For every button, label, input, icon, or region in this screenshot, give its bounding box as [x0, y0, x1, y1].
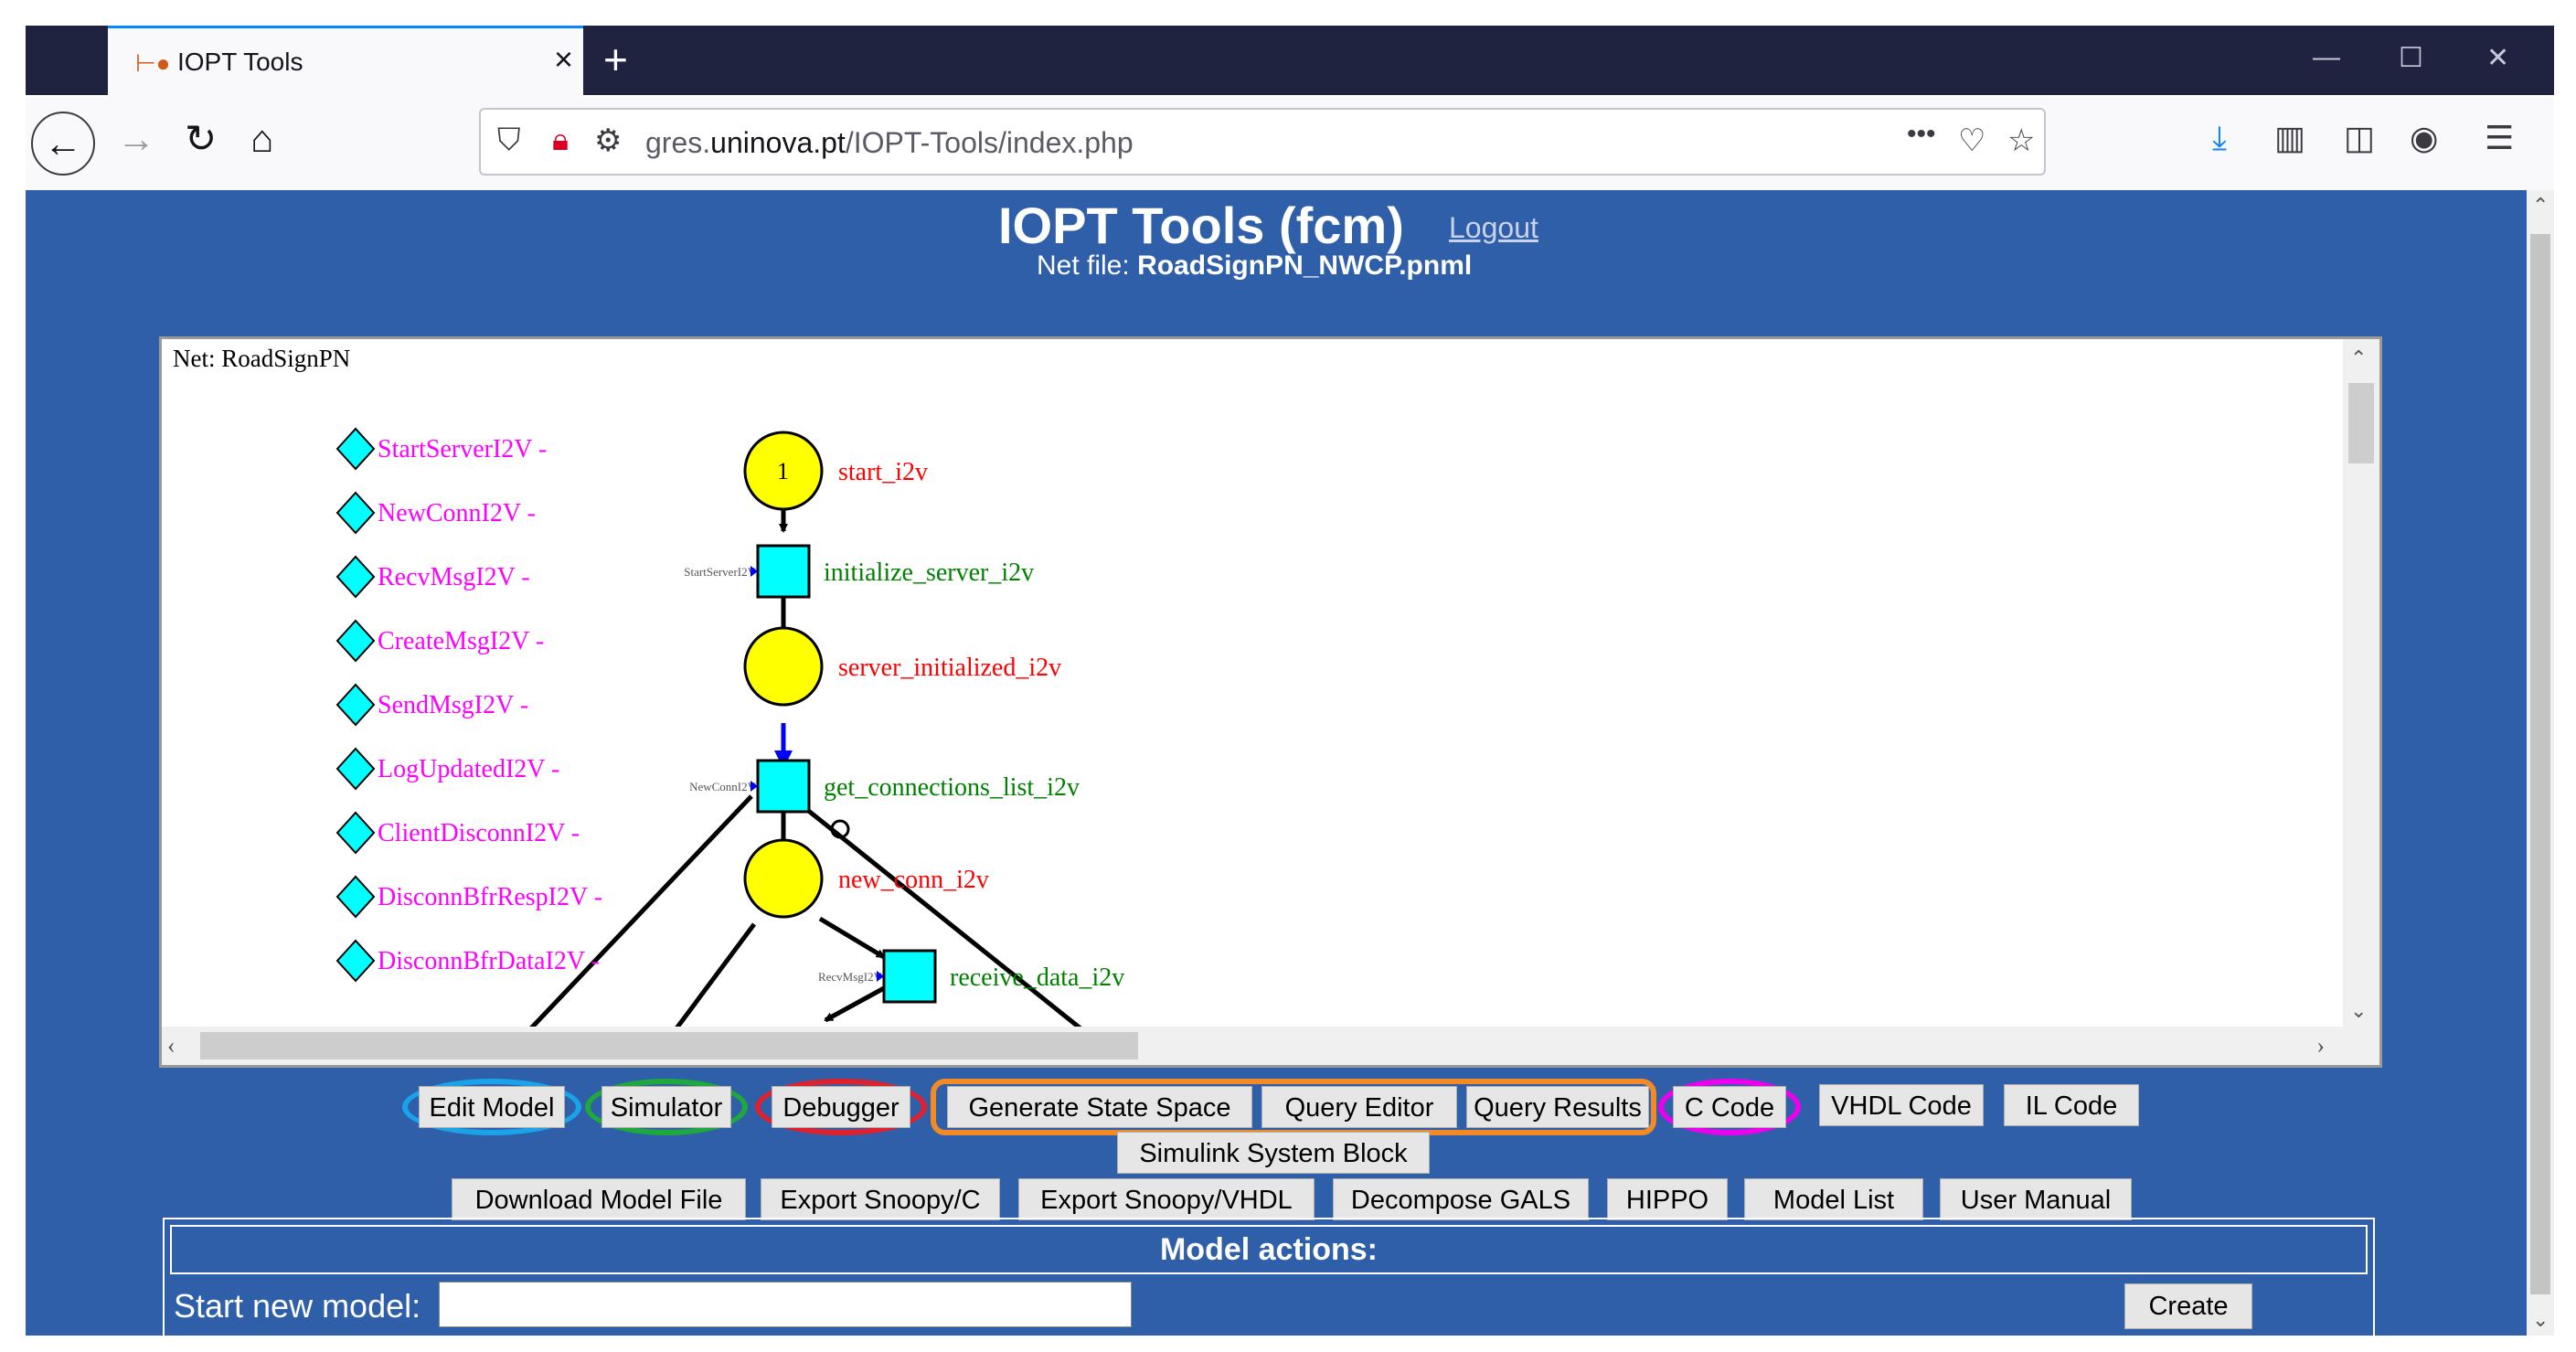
page-content: IOPT Tools (fcm) Logout Net file: RoadSi… [26, 190, 2527, 1336]
page-title: IOPT Tools (fcm) [998, 197, 1404, 254]
input-signal-diamond [335, 875, 376, 919]
page-actions-icon[interactable]: ••• [1907, 119, 1936, 150]
generate-state-space-button[interactable]: Generate State Space [947, 1086, 1252, 1128]
library-icon[interactable]: ▥ [2274, 119, 2305, 157]
url-text[interactable]: gres.uninova.pt/IOPT-Tools/index.php [645, 126, 1134, 160]
scroll-up-icon[interactable]: ⌃ [2350, 346, 2367, 370]
browser-tab[interactable]: ⊢● IOPT Tools × [108, 26, 583, 97]
insecure-lock-icon[interactable]: 🔒︎ [552, 122, 569, 158]
input-signal-label: ClientDisconnI2V - [378, 819, 580, 847]
horizontal-scroll-thumb[interactable] [200, 1032, 1138, 1059]
simulator-button[interactable]: Simulator [601, 1086, 731, 1128]
input-signal-label: CreateMsgI2V - [378, 627, 544, 655]
c-code-button[interactable]: C Code [1673, 1086, 1786, 1128]
input-signal-diamond [335, 427, 376, 471]
vertical-scroll-thumb[interactable] [2348, 383, 2374, 463]
reload-button[interactable]: ↻ [185, 113, 217, 165]
pocket-icon[interactable]: ♡ [1958, 122, 1985, 159]
page-scroll-up-icon[interactable]: ⌃ [2532, 194, 2549, 218]
tab-close-icon[interactable]: × [554, 40, 573, 79]
input-signal-label: LogUpdatedI2V - [378, 755, 559, 783]
sidebar-icon[interactable]: ◫ [2344, 119, 2375, 157]
input-signal-label: NewConnI2V - [378, 499, 536, 527]
forward-button[interactable]: → [117, 113, 155, 165]
model-actions-title: Model actions: [170, 1225, 2368, 1274]
vertical-scrollbar[interactable]: ⌃ ⌄ [2343, 339, 2379, 1030]
simulink-system-block-button[interactable]: Simulink System Block [1117, 1132, 1430, 1174]
input-signal-diamond [335, 811, 376, 855]
scroll-right-icon[interactable]: › [2316, 1032, 2325, 1059]
new-model-name-input[interactable] [439, 1282, 1132, 1327]
input-signal-label: DisconnBfrDataI2V - [378, 947, 600, 975]
tab-title: IOPT Tools [177, 48, 303, 76]
iopt-favicon-icon: ⊢● [135, 49, 171, 77]
close-window-button[interactable]: ✕ [2486, 42, 2509, 74]
vhdl-code-button[interactable]: VHDL Code [1819, 1084, 1984, 1126]
download-icon[interactable]: ⤓ [2212, 119, 2227, 158]
user-manual-button[interactable]: User Manual [1940, 1178, 2132, 1220]
page-scroll-thumb[interactable] [2530, 234, 2550, 1294]
scroll-left-icon[interactable]: ‹ [167, 1032, 176, 1059]
page-scroll-down-icon[interactable]: ⌄ [2532, 1308, 2549, 1332]
scroll-down-icon[interactable]: ⌄ [2350, 999, 2367, 1023]
input-signal-diamond [335, 939, 376, 983]
export-snoopy-vhdl-button[interactable]: Export Snoopy/VHDL [1018, 1178, 1315, 1220]
il-code-button[interactable]: IL Code [2004, 1084, 2139, 1126]
bookmark-star-icon[interactable]: ☆ [2007, 122, 2035, 159]
query-results-button[interactable]: Query Results [1466, 1086, 1649, 1128]
horizontal-scrollbar[interactable]: ‹ › [162, 1027, 2379, 1065]
hippo-button[interactable]: HIPPO [1607, 1178, 1728, 1220]
input-signal-diamond [335, 619, 376, 663]
edit-model-button[interactable]: Edit Model [419, 1086, 565, 1128]
input-signals-layer: StartServerI2V - NewConnI2V - RecvMsgI2V -… [335, 427, 602, 983]
input-signal-diamond [335, 555, 376, 599]
input-signal-label: DisconnBfrRespI2V - [378, 883, 602, 911]
query-editor-button[interactable]: Query Editor [1261, 1086, 1457, 1128]
create-button[interactable]: Create [2124, 1283, 2252, 1329]
input-signal-label: SendMsgI2V - [378, 691, 528, 719]
home-icon[interactable]: ⌂ [250, 113, 273, 165]
permissions-icon[interactable]: ⚙ [594, 122, 622, 159]
address-bar[interactable]: ⛉ 🔒︎ ⚙ gres.uninova.pt/IOPT-Tools/index.… [479, 108, 2046, 176]
input-signal-diamond [335, 747, 376, 791]
decompose-gals-button[interactable]: Decompose GALS [1333, 1178, 1589, 1220]
input-signal-diamond [335, 683, 376, 727]
shield-icon[interactable]: ⛉ [497, 122, 521, 158]
start-new-model-label: Start new model: [174, 1287, 421, 1325]
browser-window: ⊢● IOPT Tools × + — ☐ ✕ ← → ↻ ⌂ ⛉ 🔒︎ ⚙ g… [26, 26, 2554, 1336]
download-model-file-button[interactable]: Download Model File [452, 1178, 746, 1220]
model-list-button[interactable]: Model List [1744, 1178, 1923, 1220]
export-snoopy-c-button[interactable]: Export Snoopy/C [761, 1178, 1000, 1220]
navigation-bar: ← → ↻ ⌂ ⛉ 🔒︎ ⚙ gres.uninova.pt/IOPT-Tool… [26, 97, 2554, 191]
new-tab-button[interactable]: + [603, 35, 628, 84]
model-actions-panel: Model actions: Start new model: Create [163, 1218, 2375, 1336]
account-icon[interactable]: ◉ [2410, 119, 2438, 157]
tab-bar: ⊢● IOPT Tools × + — ☐ ✕ [26, 26, 2554, 97]
back-button[interactable]: ← [31, 112, 95, 176]
minimize-button[interactable]: — [2313, 42, 2340, 73]
input-signal-diamond [335, 491, 376, 535]
logout-link[interactable]: Logout [1449, 211, 1538, 245]
page-vertical-scrollbar[interactable]: ⌃ ⌄ [2527, 190, 2554, 1336]
menu-icon[interactable]: ☰ [2485, 119, 2514, 157]
net-file-info: Net file: RoadSignPN_NWCP.pnml [1037, 250, 1473, 281]
input-signal-label: StartServerI2V - [378, 435, 547, 463]
petri-net-viewer[interactable]: Net: RoadSignPN 1 start_i2v server_initi… [159, 336, 2382, 1068]
debugger-button[interactable]: Debugger [772, 1086, 910, 1128]
input-signal-label: RecvMsgI2V - [378, 563, 530, 591]
maximize-button[interactable]: ☐ [2399, 42, 2423, 74]
